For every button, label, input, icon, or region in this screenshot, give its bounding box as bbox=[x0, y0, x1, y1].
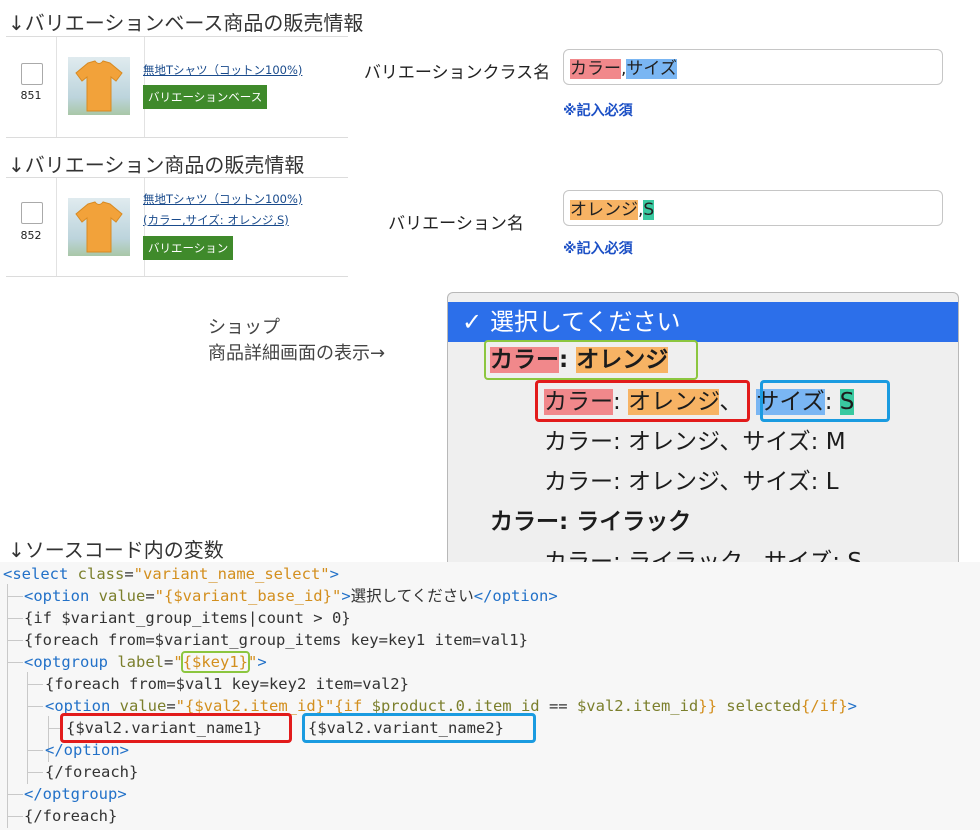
base-row-id: 851 bbox=[20, 89, 42, 102]
heading-source-vars: ↓ソースコード内の変数 bbox=[8, 538, 224, 562]
checkmark-icon: ✓ bbox=[462, 308, 483, 336]
class-part-color: カラー bbox=[570, 59, 621, 79]
variant-product-link-detail[interactable]: (カラー,サイズ: オレンジ,S) bbox=[143, 212, 289, 229]
name1-highlight-box bbox=[535, 380, 750, 422]
source-code-block: <select class="variant_name_select"> <op… bbox=[0, 562, 980, 830]
name2-highlight-box bbox=[760, 380, 890, 422]
code-line-5: <optgroup label="{$key1}"> bbox=[24, 651, 267, 673]
variation-class-name-input[interactable]: カラー,サイズ bbox=[563, 49, 943, 85]
option-selected[interactable]: ✓ 選択してください bbox=[448, 302, 958, 342]
variation-base-badge: バリエーションベース bbox=[143, 85, 268, 109]
variation-name-input[interactable]: オレンジ,S bbox=[563, 190, 943, 226]
name-part-size: S bbox=[643, 200, 655, 220]
tshirt-thumbnail[interactable] bbox=[68, 198, 130, 256]
option-selected-label: 選択してください bbox=[490, 308, 681, 336]
tshirt-icon bbox=[75, 201, 123, 253]
code-line-2: <option value="{$variant_base_id}">選択してく… bbox=[24, 587, 558, 605]
required-note: ※記入必須 bbox=[563, 103, 633, 119]
base-row-checkbox[interactable] bbox=[21, 63, 43, 85]
shop-caption-line1: ショップ bbox=[208, 317, 280, 338]
name2-code-highlight-box bbox=[302, 713, 536, 743]
name-part-orange: オレンジ bbox=[570, 200, 638, 220]
code-line-6: {foreach from=$val1 key=key2 item=val2} bbox=[45, 675, 409, 693]
group-highlight-box bbox=[484, 340, 698, 380]
variant-select-dropdown[interactable]: ✓ 選択してください カラー: オレンジ カラー: オレンジ、 サイズ: S カラ… bbox=[447, 292, 959, 568]
optgroup-lilac: カラー: ライラック bbox=[490, 509, 692, 535]
base-product-link[interactable]: 無地Tシャツ（コットン100%) bbox=[143, 62, 302, 79]
option-orange-l[interactable]: カラー: オレンジ、サイズ: L bbox=[544, 465, 839, 499]
code-line-3: {if $variant_group_items|count > 0} bbox=[24, 609, 351, 627]
class-part-size: サイズ bbox=[626, 59, 677, 79]
required-note: ※記入必須 bbox=[563, 241, 633, 257]
shop-caption-line2: 商品詳細画面の表示→ bbox=[208, 343, 386, 364]
option-orange-m[interactable]: カラー: オレンジ、サイズ: M bbox=[544, 425, 846, 459]
name1-code-highlight-box bbox=[60, 713, 292, 743]
tshirt-thumbnail[interactable] bbox=[68, 57, 130, 115]
code-line-12: {/foreach} bbox=[24, 807, 118, 825]
variant-product-link[interactable]: 無地Tシャツ（コットン100%) bbox=[143, 191, 302, 208]
code-line-1: <select class="variant_name_select"> bbox=[3, 565, 339, 583]
key1-variable: {$key1} bbox=[180, 651, 251, 673]
heading-variant-info: ↓バリエーション商品の販売情報 bbox=[8, 153, 305, 177]
variant-row-checkbox[interactable] bbox=[21, 202, 43, 224]
tshirt-icon bbox=[75, 60, 123, 112]
variation-class-name-label: バリエーションクラス名 bbox=[363, 63, 551, 83]
variation-name-label: バリエーション名 bbox=[388, 214, 524, 234]
code-line-10: {/foreach} bbox=[45, 763, 139, 781]
heading-base-info: ↓バリエーションベース商品の販売情報 bbox=[8, 11, 364, 35]
code-line-11: </optgroup> bbox=[24, 785, 127, 803]
variation-badge: バリエーション bbox=[143, 236, 234, 260]
variant-row-id: 852 bbox=[20, 229, 42, 242]
code-line-4: {foreach from=$variant_group_items key=k… bbox=[24, 631, 528, 649]
